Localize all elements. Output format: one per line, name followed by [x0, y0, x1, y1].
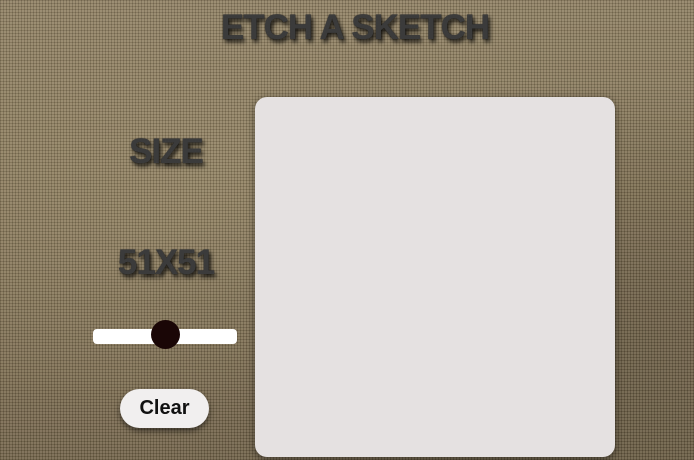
- app-title: ETCH A SKETCH: [220, 8, 490, 47]
- size-label: SIZE: [129, 132, 204, 171]
- sketch-canvas[interactable]: [255, 97, 615, 457]
- clear-button[interactable]: Clear: [120, 389, 209, 428]
- grid-size-value: 51X51: [117, 243, 215, 282]
- grid-size-slider-thumb[interactable]: [151, 320, 181, 349]
